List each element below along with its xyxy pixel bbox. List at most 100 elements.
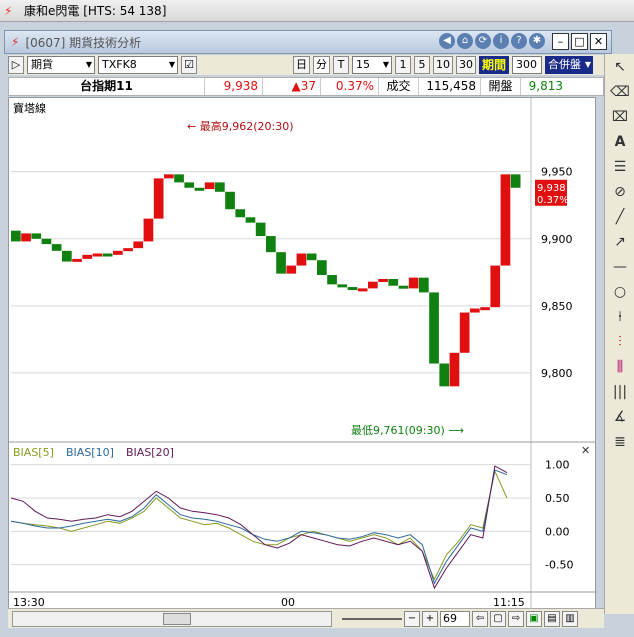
tower-bar <box>184 182 195 188</box>
candle-tool-icon[interactable]: ⫶ <box>605 329 634 354</box>
tower-bar <box>143 218 154 242</box>
zoom-slider[interactable] <box>342 617 402 620</box>
chart-area[interactable]: 寶塔線 9,800 9,850 9,900 9,950 ← 最高9,962(20:30) 最… <box>8 97 596 611</box>
main-panel-title: 寶塔線 <box>13 101 46 115</box>
tower-bar <box>225 191 235 210</box>
tower-bar <box>347 287 358 291</box>
last-pct-label: 0.37% <box>537 195 569 206</box>
window-title: [0607] 期貨技術分析 <box>25 35 142 50</box>
tower-bar <box>286 265 297 274</box>
tower-bar <box>102 253 113 257</box>
y-tick-label: 0.00 <box>545 525 570 538</box>
line-tool-icon[interactable]: ╱ <box>605 204 634 229</box>
app-logo-icon: ⚡ <box>4 3 13 18</box>
minimize-button[interactable]: – <box>552 33 569 50</box>
save-icon[interactable]: ▤ <box>544 610 560 627</box>
interval-30-button[interactable]: 30 <box>456 56 476 74</box>
y-tick-label: 9,900 <box>541 233 573 246</box>
window-logo-icon: ⚡ <box>11 35 20 49</box>
vertical-line-icon[interactable]: ⍿ <box>605 304 634 329</box>
scroll-right-icon[interactable]: ⇨ <box>508 610 524 627</box>
back-icon[interactable]: ◀ <box>439 33 455 49</box>
interval-select[interactable]: 15 <box>352 56 392 74</box>
tower-bar <box>500 174 511 266</box>
tower-bar <box>194 187 205 191</box>
scroll-thumb[interactable] <box>163 612 191 625</box>
bias-legend-label: BIAS[10] <box>66 446 114 459</box>
y-tick-label: 9,950 <box>541 166 573 179</box>
horizontal-line-icon[interactable]: — <box>605 254 634 279</box>
tower-bar <box>296 253 307 266</box>
tower-bar <box>31 233 42 239</box>
tower-bar <box>153 178 164 219</box>
tower-bar <box>204 182 215 190</box>
settings-icon[interactable]: ✱ <box>529 33 545 49</box>
quote-bar: 台指期11 9,938 ▲37 0.37% 成交量 115,458 開盤價 9,… <box>8 77 604 110</box>
quote-change: ▲37 <box>263 78 321 95</box>
tower-bar <box>327 274 337 285</box>
fan-tool-icon[interactable]: ∡ <box>605 404 634 429</box>
circle-tool-icon[interactable]: ○ <box>605 279 634 304</box>
tower-bar <box>449 352 460 387</box>
period-minute-button[interactable]: 分 <box>313 56 330 74</box>
scroll-left-icon[interactable]: ⇦ <box>472 610 488 627</box>
time-scrollbar[interactable] <box>12 610 332 627</box>
stop-icon[interactable]: ▢ <box>490 610 506 627</box>
tower-bar <box>215 182 225 192</box>
export-icon[interactable]: ▣ <box>526 610 542 627</box>
y-tick-label: 0.50 <box>545 492 570 505</box>
interval-1-button[interactable]: 1 <box>395 56 411 74</box>
bars-tool-icon[interactable]: ⫼ <box>605 354 634 379</box>
help-icon[interactable]: ? <box>511 33 527 49</box>
eraser-all-icon[interactable]: ⌧ <box>605 104 634 129</box>
tower-bar <box>245 217 256 223</box>
play-icon[interactable]: ▷ <box>8 56 24 74</box>
tower-bar <box>470 308 480 313</box>
close-button[interactable]: ✕ <box>590 33 607 50</box>
period-tick-button[interactable]: T <box>333 56 349 74</box>
eraser-icon[interactable]: ⌫ <box>605 79 634 104</box>
market-select[interactable]: 期貨 <box>27 56 95 74</box>
interval-10-button[interactable]: 10 <box>433 56 453 74</box>
zoom-in-button[interactable]: + <box>422 610 438 627</box>
text-tool-icon[interactable]: A <box>605 129 634 154</box>
zoom-input[interactable]: 69 <box>440 610 470 627</box>
merge-select[interactable]: 合併盤 <box>545 56 594 74</box>
info-icon[interactable]: i <box>493 33 509 49</box>
tower-bar <box>480 307 490 311</box>
symbol-select[interactable]: TXFK8 <box>98 56 178 74</box>
tower-bar <box>368 281 378 289</box>
menu-icon[interactable]: ☰ <box>605 154 634 179</box>
tower-bar <box>429 292 439 364</box>
tower-bar <box>235 209 246 218</box>
period-input[interactable]: 300 <box>512 56 543 74</box>
refresh-icon[interactable]: ⟳ <box>475 33 491 49</box>
y-tick-label: -0.50 <box>545 559 573 572</box>
print-icon[interactable]: ▥ <box>562 610 578 627</box>
no-draw-icon[interactable]: ⊘ <box>605 179 634 204</box>
period-day-button[interactable]: 日 <box>293 56 310 74</box>
tower-bar <box>337 284 348 288</box>
grid-tool-icon[interactable]: ||| <box>605 379 634 404</box>
bias-series-line <box>10 469 508 585</box>
tower-bar <box>123 248 133 252</box>
zoom-out-button[interactable]: − <box>404 610 420 627</box>
cursor-icon[interactable]: ↖ <box>605 54 634 79</box>
panel-close-icon: ✕ <box>581 444 590 457</box>
tower-bar <box>398 285 409 289</box>
tower-bar <box>276 252 286 274</box>
interval-5-button[interactable]: 5 <box>414 56 430 74</box>
tower-bar <box>388 279 399 286</box>
home-icon[interactable]: ⌂ <box>457 33 473 49</box>
maximize-button[interactable]: □ <box>571 33 588 50</box>
tower-bar <box>408 277 419 289</box>
fibonacci-tool-icon[interactable]: ≣ <box>605 429 634 454</box>
tower-bar <box>266 236 276 253</box>
arrow-tool-icon[interactable]: ↗ <box>605 229 634 254</box>
open-value: 9,813 <box>528 79 563 93</box>
chart-svg[interactable]: 寶塔線 9,800 9,850 9,900 9,950 ← 最高9,962(20:30) 最… <box>9 98 595 610</box>
checkbox-icon[interactable]: ☑ <box>181 56 197 74</box>
tower-bar <box>51 244 62 251</box>
volume-label: 成交量 <box>379 78 419 110</box>
tower-bar <box>41 238 52 245</box>
